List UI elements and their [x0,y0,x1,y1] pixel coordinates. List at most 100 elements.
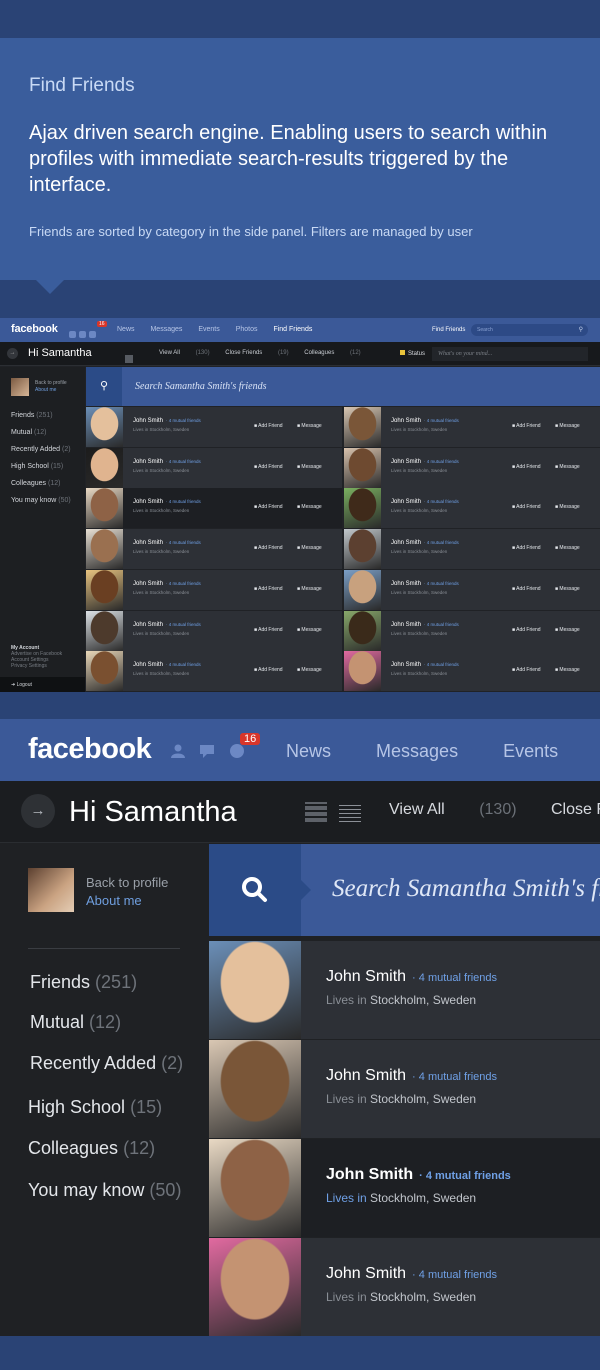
status-input[interactable]: What's on your mind... [432,347,588,361]
globe-icon[interactable] [229,744,245,758]
sidebar-item-mutual[interactable]: Mutual (12) [30,1012,121,1033]
list-view-icon[interactable] [339,802,361,822]
nav-messages[interactable]: Messages [150,326,182,333]
messages-icon[interactable] [200,744,216,758]
exit-icon[interactable]: → [21,794,55,828]
mini-friend-search[interactable]: ⚲ Search Samantha Smith's friends [86,367,600,406]
add-friend-button[interactable]: ■ Add Friend [512,586,541,592]
logout-button[interactable]: ➜ Logout [0,677,85,692]
zoom-back-to-profile[interactable]: Back to profile About me [86,874,168,910]
mini-view-toggle[interactable] [125,350,149,381]
friend-name[interactable]: John Smith · 4 mutual friends [326,968,497,986]
add-friend-button[interactable]: ■ Add Friend [254,464,283,470]
add-friend-button[interactable]: ■ Add Friend [254,627,283,633]
friend-name[interactable]: John Smith · 4 mutual friends [133,418,201,424]
add-friend-button[interactable]: ■ Add Friend [254,545,283,551]
add-friend-button[interactable]: ■ Add Friend [512,667,541,673]
friend-name[interactable]: John Smith · 4 mutual friends [133,622,201,628]
friend-name[interactable]: John Smith · 4 mutual friends [391,662,459,668]
add-friend-button[interactable]: ■ Add Friend [254,423,283,429]
friend-name[interactable]: John Smith · 4 mutual friends [391,540,459,546]
sidebar-item-friends[interactable]: Friends (251) [11,412,71,429]
nav-news[interactable]: News [286,741,331,761]
friend-card[interactable]: John Smith · 4 mutual friends Lives in Sto… [344,447,600,488]
friend-requests-icon[interactable] [170,744,186,758]
friend-name[interactable]: John Smith · 4 mutual friends [326,1067,497,1085]
search-icon[interactable]: ⚲ [579,326,583,333]
message-button[interactable]: ■ Message [555,504,580,510]
avatar[interactable] [11,378,29,396]
friend-photo[interactable] [344,407,381,447]
sidebar-item-recently-added[interactable]: Recently Added (2) [30,1053,183,1074]
friend-name[interactable]: John Smith · 4 mutual friends [326,1265,497,1283]
status-button[interactable]: Status [400,350,425,357]
message-button[interactable]: ■ Message [555,667,580,673]
friend-photo[interactable] [344,488,381,529]
friend-name[interactable]: John Smith · 4 mutual friends [133,662,201,668]
friend-photo[interactable] [344,529,381,570]
message-button[interactable]: ■ Message [297,667,322,673]
message-button[interactable]: ■ Message [297,504,322,510]
zoom-logo[interactable]: facebook [28,733,152,766]
friend-card[interactable]: John Smith · 4 mutual friends Lives in Sto… [344,651,600,692]
message-button[interactable]: ■ Message [555,423,580,429]
add-friend-button[interactable]: ■ Add Friend [512,423,541,429]
friend-card[interactable]: John Smith · 4 mutual friends Lives in Sto… [86,407,342,447]
tab-view-all[interactable]: View All (130) [159,350,210,356]
add-friend-button[interactable]: ■ Add Friend [512,545,541,551]
friend-card[interactable]: John Smith · 4 mutual friends Lives in Sto… [344,610,600,651]
friend-card[interactable]: John Smith · 4 mutual friends Lives in Sto… [209,1139,600,1237]
friend-photo[interactable] [344,610,381,651]
grid-view-icon[interactable] [305,802,327,822]
friend-card[interactable]: John Smith · 4 mutual friends Lives in Sto… [86,610,342,651]
friend-photo[interactable] [209,1238,301,1336]
friend-name[interactable]: John Smith · 4 mutual friends [133,459,201,465]
message-button[interactable]: ■ Message [297,545,322,551]
message-button[interactable]: ■ Message [555,586,580,592]
add-friend-button[interactable]: ■ Add Friend [254,586,283,592]
sidebar-item-recently-added[interactable]: Recently Added (2) [11,446,71,463]
grid-view-icon[interactable] [125,355,133,363]
messages-icon[interactable] [79,331,86,338]
friend-photo[interactable] [86,447,123,488]
notifications-icon[interactable] [89,331,96,338]
mini-logo[interactable]: facebook [11,323,58,335]
friend-name[interactable]: John Smith · 4 mutual friends [391,418,459,424]
avatar[interactable] [28,868,74,912]
friend-photo[interactable] [86,569,123,610]
friend-card[interactable]: John Smith · 4 mutual friends Lives in Sto… [344,407,600,447]
message-button[interactable]: ■ Message [297,586,322,592]
add-friend-button[interactable]: ■ Add Friend [512,504,541,510]
add-friend-button[interactable]: ■ Add Friend [512,627,541,633]
tab-close-friends[interactable]: Close Friends (19) [225,350,288,356]
friend-name[interactable]: John Smith · 4 mutual friends [391,622,459,628]
friend-photo[interactable] [86,529,123,570]
friend-name[interactable]: John Smith · 4 mutual friends [133,499,201,505]
add-friend-button[interactable]: ■ Add Friend [254,504,283,510]
friend-photo[interactable] [86,651,123,692]
zoom-search-text[interactable]: Search Samantha Smith's friends [332,875,600,903]
friend-name[interactable]: John Smith · 4 mutual friends [133,581,201,587]
mini-back-to-profile[interactable]: Back to profile About me [35,380,67,394]
sidebar-item-you-may-know[interactable]: You may know (50) [11,497,71,514]
friend-requests-icon[interactable] [69,331,76,338]
add-friend-button[interactable]: ■ Add Friend [254,667,283,673]
sidebar-item-friends[interactable]: Friends (251) [30,972,137,993]
message-button[interactable]: ■ Message [297,464,322,470]
friend-name[interactable]: John Smith · 4 mutual friends [326,1166,511,1184]
friend-photo[interactable] [209,1139,301,1237]
sidebar-item-mutual[interactable]: Mutual (12) [11,429,71,446]
nav-events[interactable]: Events [503,741,558,761]
search-icon[interactable]: ⚲ [86,367,122,406]
friend-name[interactable]: John Smith · 4 mutual friends [391,499,459,505]
friend-card[interactable]: John Smith · 4 mutual friends Lives in Sto… [209,1238,600,1336]
friend-photo[interactable] [86,488,123,529]
tab-colleagues[interactable]: Colleagues (12) [304,350,360,356]
friend-name[interactable]: John Smith · 4 mutual friends [133,540,201,546]
sidebar-item-high-school[interactable]: High School (15) [11,463,71,480]
friend-photo[interactable] [209,941,301,1039]
friend-photo[interactable] [86,610,123,651]
message-button[interactable]: ■ Message [555,627,580,633]
search-icon[interactable] [209,844,301,936]
friend-photo[interactable] [344,651,381,692]
